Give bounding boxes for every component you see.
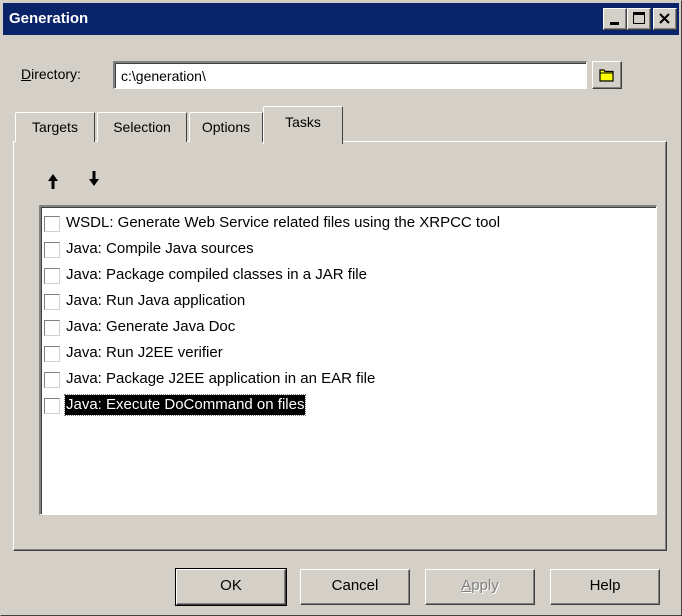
task-label: Java: Run Java application — [66, 292, 246, 309]
task-checkbox[interactable] — [44, 242, 60, 258]
directory-label: Directory: — [21, 66, 81, 82]
list-item-selected[interactable]: Java: Execute DoCommand on files — [41, 393, 656, 419]
task-label: Java: Run J2EE verifier — [66, 344, 223, 361]
list-item[interactable]: Java: Compile Java sources — [41, 237, 656, 263]
tab-options[interactable]: Options — [189, 112, 263, 142]
task-label: Java: Generate Java Doc — [66, 318, 236, 335]
cancel-button[interactable]: Cancel — [300, 569, 410, 605]
list-item[interactable]: Java: Generate Java Doc — [41, 315, 656, 341]
arrow-up-icon[interactable] — [46, 171, 60, 191]
task-checkbox[interactable] — [44, 346, 60, 362]
maximize-button[interactable] — [627, 8, 651, 30]
tab-targets[interactable]: Targets — [15, 112, 95, 142]
minimize-icon — [610, 22, 619, 25]
generation-dialog: Generation Directory: c:\generation\ Tar… — [0, 0, 682, 616]
folder-icon — [599, 69, 614, 82]
task-checkbox[interactable] — [44, 320, 60, 336]
task-label: Java: Package compiled classes in a JAR … — [66, 266, 367, 283]
minimize-button[interactable] — [603, 8, 627, 30]
list-item[interactable]: WSDL: Generate Web Service related files… — [41, 211, 656, 237]
ok-button[interactable]: OK — [175, 568, 287, 606]
task-checkbox[interactable] — [44, 372, 60, 388]
task-label: WSDL: Generate Web Service related files… — [66, 214, 501, 231]
task-checkbox[interactable] — [44, 268, 60, 284]
task-label: Java: Compile Java sources — [66, 240, 254, 257]
arrow-down-icon[interactable] — [87, 169, 101, 189]
close-button[interactable] — [653, 8, 677, 30]
task-label: Java: Package J2EE application in an EAR… — [66, 370, 376, 387]
list-item[interactable]: Java: Package J2EE application in an EAR… — [41, 367, 656, 393]
task-checkbox[interactable] — [44, 216, 60, 232]
close-icon — [659, 13, 670, 24]
list-item[interactable]: Java: Package compiled classes in a JAR … — [41, 263, 656, 289]
directory-input[interactable]: c:\generation\ — [113, 61, 587, 89]
maximize-icon — [633, 12, 645, 24]
tab-selection[interactable]: Selection — [97, 112, 187, 142]
tab-tasks[interactable]: Tasks — [263, 106, 343, 144]
title-bar[interactable]: Generation — [3, 3, 679, 35]
window-title: Generation — [9, 10, 89, 27]
list-item[interactable]: Java: Run Java application — [41, 289, 656, 315]
list-item[interactable]: Java: Run J2EE verifier — [41, 341, 656, 367]
browse-folder-button[interactable] — [592, 61, 622, 89]
task-checkbox[interactable] — [44, 294, 60, 310]
help-button[interactable]: Help — [550, 569, 660, 605]
task-list[interactable]: WSDL: Generate Web Service related files… — [39, 205, 657, 515]
task-label: Java: Execute DoCommand on files — [63, 394, 307, 416]
apply-button[interactable]: Apply — [425, 569, 535, 605]
task-checkbox[interactable] — [44, 398, 60, 414]
